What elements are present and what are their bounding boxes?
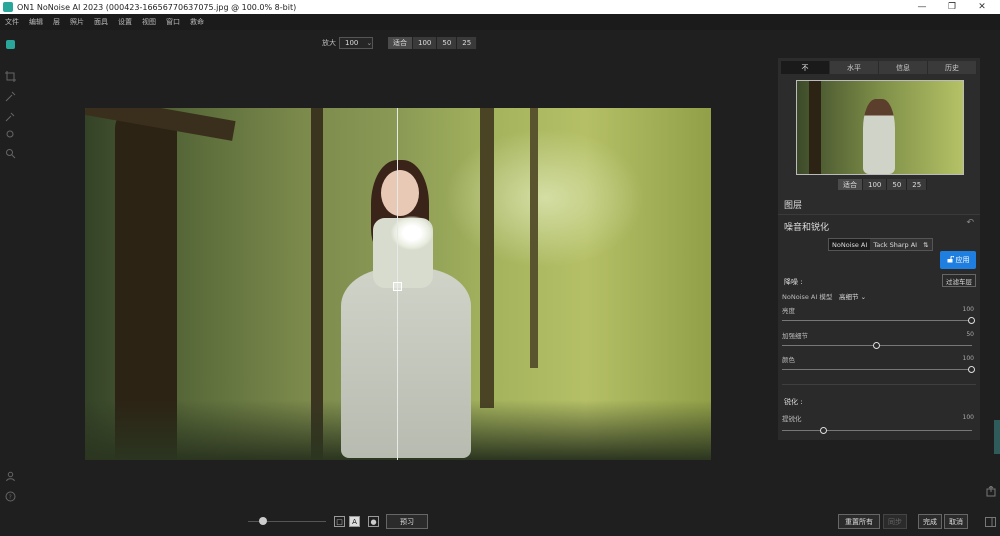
minimize-button[interactable]: — [907,0,937,14]
zoom-tool-icon[interactable] [4,147,17,160]
zoom-fit-button[interactable]: 适合 [388,37,413,49]
chevron-down-icon: ⌄ [366,39,373,47]
app-logo-icon [3,2,13,12]
zoom-bar: 放大 100 ⌄ 适合 100 50 25 [322,37,478,49]
undo-icon[interactable]: ↶ [966,218,974,228]
menu-bar: 文件 编辑 层 照片 面具 设置 视图 窗口 救命 [0,14,1000,30]
zoom-select[interactable]: 100 ⌄ [339,37,373,49]
luminance-knob[interactable] [968,317,975,324]
tab-navigator[interactable]: 不 [781,61,830,74]
zoom-slider-knob[interactable] [259,517,267,525]
compare-split-handle[interactable] [393,282,402,291]
left-toolbar: ? [0,30,22,536]
tree-trunk-far [530,108,538,368]
luminance-slider[interactable] [782,320,972,321]
photo-light [445,128,645,268]
zoom-value: 100 [345,39,359,47]
chevron-down-icon: ⌄ [860,293,867,301]
nav-50-button[interactable]: 50 [887,179,908,190]
sharpen-label: 提锐化 [782,415,802,423]
photo-canvas[interactable] [85,108,711,460]
menu-photo[interactable]: 照片 [70,17,84,27]
apply-button[interactable]: 应用 [940,251,976,269]
sharpen-value: 100 [962,414,974,421]
menu-mask[interactable]: 面具 [94,17,108,27]
swap-icon[interactable]: ⇅ [920,239,932,250]
luminance-value: 100 [962,306,974,313]
menu-file[interactable]: 文件 [5,17,19,27]
navigator-thumbnail[interactable] [796,80,964,175]
before-after-button[interactable]: A [349,516,360,527]
tab-history[interactable]: 历史 [928,61,977,74]
nav-fit-button[interactable]: 适合 [838,179,863,190]
menu-layer[interactable]: 层 [53,17,60,27]
navigator-tabs: 不 水平 信息 历史 [781,61,977,74]
title-bar: ON1 NoNoise AI 2023 (000423-166567706370… [0,0,1000,14]
nav-25-button[interactable]: 25 [907,179,928,190]
color-slider[interactable] [782,369,972,370]
window-title: ON1 NoNoise AI 2023 (000423-166567706370… [17,2,297,12]
noise-title: 降噪 : [784,278,803,286]
sharpen-knob[interactable] [819,427,827,434]
close-button[interactable]: ✕ [967,0,997,14]
menu-help[interactable]: 救命 [190,17,204,27]
navigator-zoom-presets: 适合 100 50 25 [838,179,928,190]
zoom-50-button[interactable]: 50 [437,37,458,49]
photo-subject [325,148,475,460]
bottom-bar: □ A ● 预习 重置所有 同步 完成 取消 [0,508,1000,536]
tab-levels[interactable]: 水平 [830,61,879,74]
brush-icon[interactable] [4,110,17,123]
tack-sharp-option[interactable]: Tack Sharp AI [870,239,921,250]
model-label: NoNoise AI 模型 [782,293,833,301]
refine-brush-icon[interactable] [4,128,17,141]
unlock-icon [947,255,954,265]
crop-icon[interactable] [4,70,17,83]
svg-text:?: ? [9,494,12,501]
cancel-button[interactable]: 取消 [944,514,968,529]
nonoise-ai-option[interactable]: NoNoise AI [829,239,871,250]
nav-100-button[interactable]: 100 [863,179,888,190]
reset-all-button[interactable]: 重置所有 [838,514,880,529]
right-panel: 不 水平 信息 历史 适合 100 50 25 图层 噪音和锐化 ↶ NoNoi… [778,58,980,440]
detail-value: 50 [966,331,974,338]
menu-edit[interactable]: 编辑 [29,17,43,27]
zoom-label: 放大 [322,39,336,47]
sharpen-slider[interactable] [782,430,972,431]
detail-label: 加强细节 [782,332,808,340]
section-title: 噪音和锐化 [784,223,830,233]
single-view-button[interactable]: □ [334,516,345,527]
model-value: 高细节 [839,293,859,301]
sharpen-title: 锐化 : [784,398,803,406]
maximize-button[interactable]: ❐ [937,0,967,14]
sync-button[interactable]: 同步 [883,514,907,529]
export-icon[interactable] [986,485,996,500]
filter-layer-button[interactable]: 过滤车层 [942,274,976,287]
zoom-25-button[interactable]: 25 [457,37,478,49]
help-icon[interactable]: ? [4,490,17,503]
section-divider [782,384,976,385]
ai-model-toggle: NoNoise AI Tack Sharp AI ⇅ [828,238,933,251]
app-module-icon[interactable] [6,40,15,49]
color-value: 100 [962,355,974,362]
tree-trunk-right [480,108,494,408]
eyedropper-icon[interactable] [4,90,17,103]
tab-info[interactable]: 信息 [879,61,928,74]
preview-button[interactable]: 预习 [386,514,428,529]
detail-knob[interactable] [873,342,880,349]
layers-header[interactable]: 图层 [778,198,980,211]
luminance-label: 亮度 [782,307,795,315]
zoom-presets: 适合 100 50 25 [388,37,478,49]
preview-circle-button[interactable]: ● [368,516,379,527]
model-select[interactable]: 高细节 ⌄ [839,291,866,301]
user-icon[interactable] [4,470,17,483]
zoom-100-button[interactable]: 100 [413,37,438,49]
color-label: 颜色 [782,356,795,364]
done-button[interactable]: 完成 [918,514,942,529]
color-knob[interactable] [968,366,975,373]
side-scroll-tab[interactable] [994,420,1000,454]
menu-view[interactable]: 视图 [142,17,156,27]
menu-window[interactable]: 窗口 [166,17,180,27]
apply-label: 应用 [955,256,970,264]
menu-settings[interactable]: 设置 [118,17,132,27]
